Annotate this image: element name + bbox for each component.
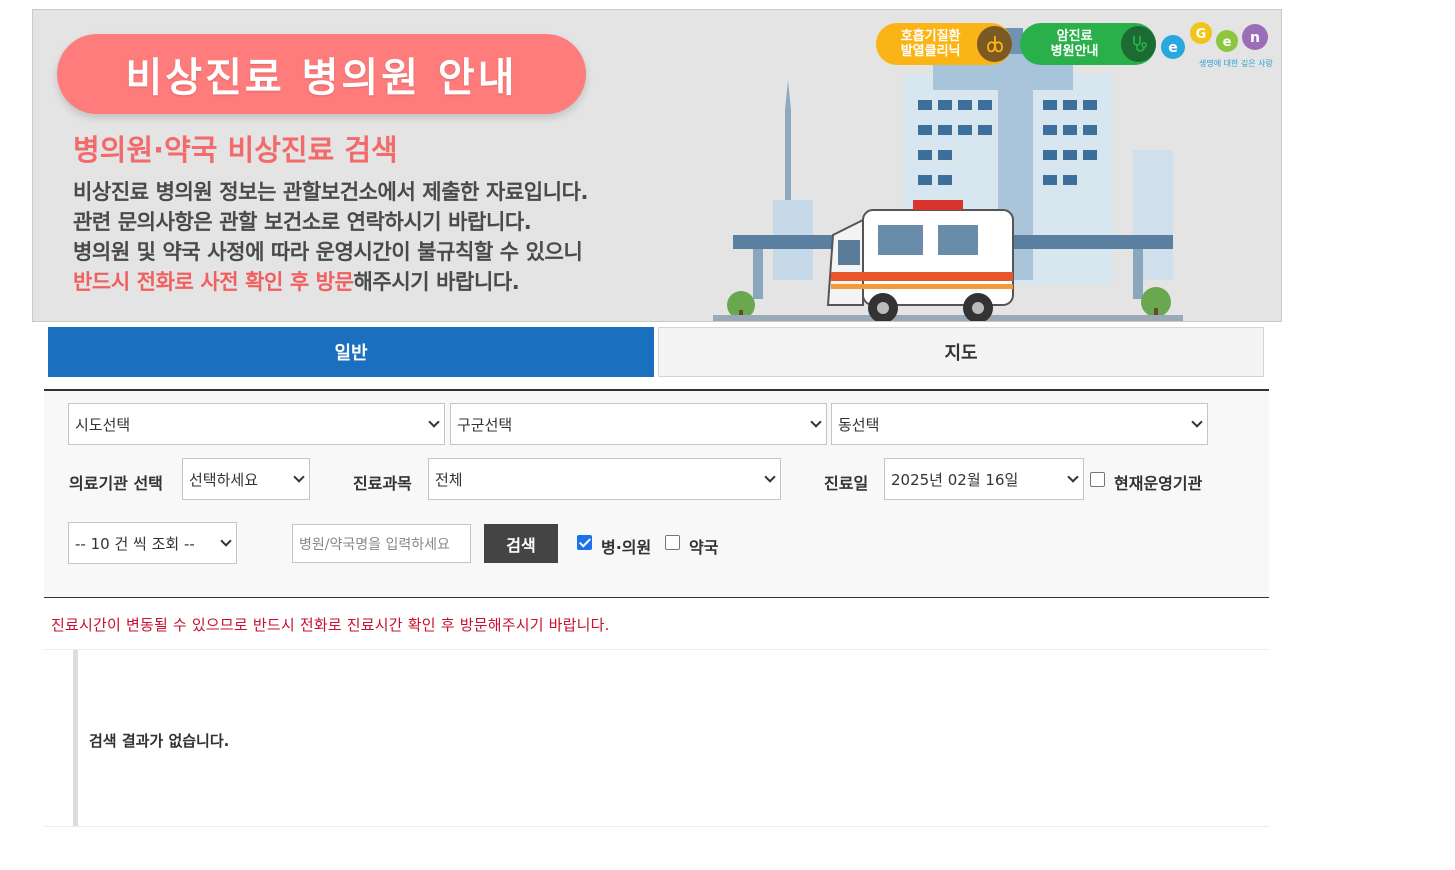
visit-notice: 진료시간이 변동될 수 있으므로 반드시 전화로 진료시간 확인 후 방문해주시… (51, 616, 610, 634)
tab-general[interactable]: 일반 (48, 327, 654, 377)
banner-line-3: 병의원 및 약국 사정에 따라 운영시간이 불규칙할 수 있으니 (73, 240, 583, 264)
department-select[interactable]: 전체 (428, 458, 781, 500)
operating-now-checkbox[interactable] (1090, 472, 1105, 487)
date-label: 진료일 (824, 474, 869, 493)
view-tabs: 일반 지도 (48, 327, 1264, 377)
gugun-select[interactable]: 구군선택 (450, 403, 827, 445)
no-results-message: 검색 결과가 없습니다. (89, 732, 230, 750)
logo-letter-n: n (1250, 30, 1260, 46)
banner-line-4: 반드시 전화로 사전 확인 후 방문해주시기 바랍니다. (73, 267, 588, 297)
banner: 비상진료 병의원 안내 병의원·약국 비상진료 검색 비상진료 병의원 정보는 … (32, 9, 1282, 322)
chevron-down-icon (810, 416, 822, 428)
chevron-down-icon (293, 471, 305, 483)
cancer-hospital-label: 암진료 병원안내 (1034, 29, 1115, 59)
lungs-icon (977, 26, 1012, 62)
logo-tagline: 생명에 대한 깊은 사랑 (1199, 59, 1273, 68)
date-select-value: 2025년 02월 16일 (891, 470, 1019, 489)
banner-line-2: 관련 문의사항은 관할 보건소로 연락하시기 바랍니다. (73, 210, 532, 234)
institution-select[interactable]: 선택하세요 (182, 458, 310, 500)
banner-line-4-highlight: 반드시 전화로 사전 확인 후 방문 (73, 270, 354, 294)
logo-letter-e: e (1168, 40, 1178, 56)
date-select[interactable]: 2025년 02월 16일 (884, 458, 1084, 500)
cancer-hospital-line2: 병원안내 (1050, 44, 1099, 59)
respiratory-clinic-badge[interactable]: 호흡기질환 발열클리닉 (876, 23, 1012, 65)
dong-select[interactable]: 동선택 (831, 403, 1208, 445)
chevron-down-icon (428, 416, 440, 428)
institution-label: 의료기관 선택 (69, 474, 163, 493)
dong-select-value: 동선택 (838, 415, 880, 434)
tab-map[interactable]: 지도 (658, 327, 1264, 377)
banner-subtitle: 병의원·약국 비상진료 검색 (73, 133, 398, 167)
cancer-hospital-line1: 암진료 (1056, 29, 1093, 44)
search-input[interactable]: 병원/약국명을 입력하세요 (292, 524, 471, 563)
hospital-checkbox[interactable] (577, 535, 592, 550)
chevron-down-icon (1067, 471, 1079, 483)
department-label: 진료과목 (353, 474, 412, 493)
pharmacy-label: 약국 (689, 538, 719, 557)
banner-title-pill: 비상진료 병의원 안내 (57, 34, 586, 114)
results-area: 검색 결과가 없습니다. (44, 649, 1269, 827)
respiratory-clinic-label: 호흡기질환 발열클리닉 (890, 29, 971, 59)
sido-select-value: 시도선택 (75, 415, 131, 434)
page-size-select-value: -- 10 건 씩 조회 -- (75, 534, 195, 553)
banner-line-1: 비상진료 병의원 정보는 관할보건소에서 제출한 자료입니다. (73, 180, 589, 204)
results-left-border (73, 650, 78, 826)
page-size-select[interactable]: -- 10 건 씩 조회 -- (68, 522, 237, 564)
chevron-down-icon (764, 471, 776, 483)
respiratory-clinic-line1: 호흡기질환 (900, 29, 961, 44)
egen-logo[interactable]: e G e n (1159, 15, 1273, 79)
stethoscope-icon (1121, 26, 1156, 62)
gugun-select-value: 구군선택 (457, 415, 513, 434)
search-button[interactable]: 검색 (484, 524, 558, 563)
banner-description: 비상진료 병의원 정보는 관할보건소에서 제출한 자료입니다. 관련 문의사항은… (73, 177, 589, 297)
cancer-hospital-badge[interactable]: 암진료 병원안내 (1020, 23, 1156, 65)
banner-title: 비상진료 병의원 안내 (125, 55, 518, 101)
institution-select-value: 선택하세요 (189, 470, 259, 489)
department-select-value: 전체 (435, 470, 463, 489)
pharmacy-checkbox[interactable] (665, 535, 680, 550)
search-panel: 시도선택 구군선택 동선택 의료기관 선택 선택하세요 진료과목 전체 진료일 … (44, 389, 1269, 598)
hospital-ambulance-illustration (713, 28, 1183, 321)
hospital-label: 병·의원 (601, 538, 652, 557)
banner-line-4-rest: 해주시기 바랍니다. (353, 270, 520, 294)
chevron-down-icon (1191, 416, 1203, 428)
logo-letter-g: G (1196, 27, 1207, 42)
respiratory-clinic-line2: 발열클리닉 (900, 44, 961, 59)
sido-select[interactable]: 시도선택 (68, 403, 445, 445)
logo-letter-e2: e (1223, 35, 1232, 50)
chevron-down-icon (220, 535, 232, 547)
operating-now-label: 현재운영기관 (1114, 474, 1203, 493)
